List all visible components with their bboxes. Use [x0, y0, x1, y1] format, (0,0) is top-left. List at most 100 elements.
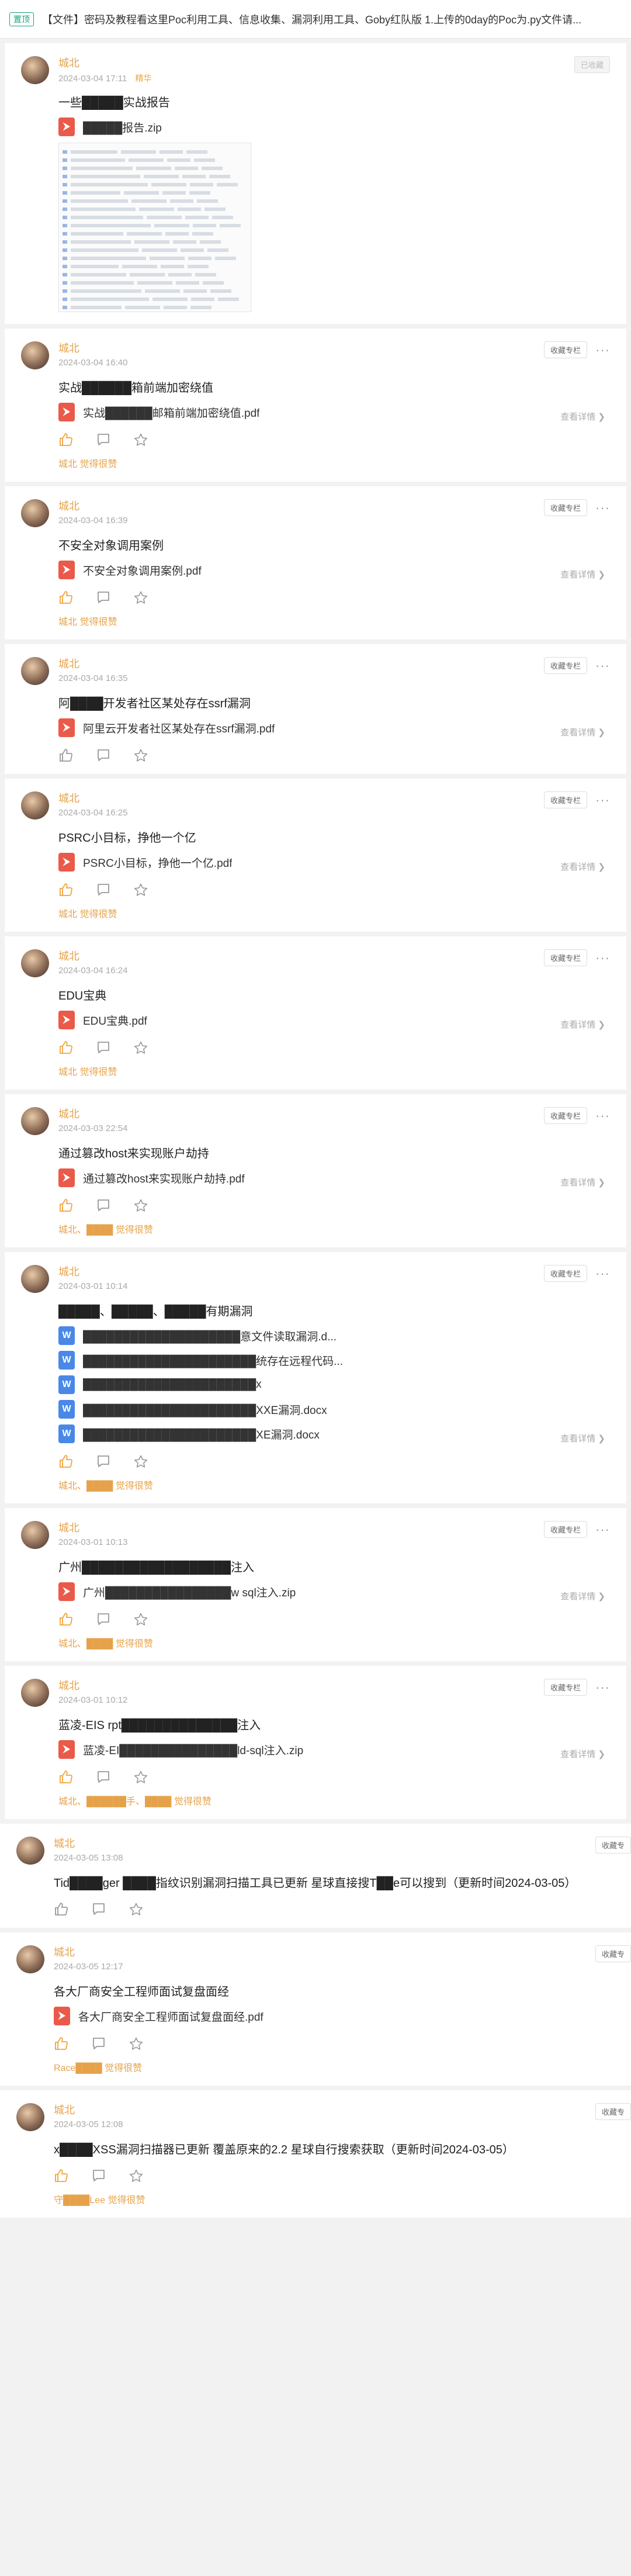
- post-title[interactable]: 实战██████箱前端加密绕值: [58, 380, 610, 396]
- avatar[interactable]: [21, 1521, 49, 1549]
- view-detail-link[interactable]: 查看详情 ❯: [560, 726, 605, 738]
- file-name[interactable]: 广州████████████████w sql注入.zip: [83, 1584, 296, 1600]
- comment-icon[interactable]: [91, 1902, 106, 1916]
- avatar[interactable]: [16, 1945, 44, 1973]
- file-name[interactable]: 蓝凌-EI███████████████ld-sql注入.zip: [83, 1742, 303, 1758]
- attachment-preview-image[interactable]: [58, 143, 251, 312]
- file-attachment[interactable]: ⮞ PSRC小目标，挣他一个亿.pdf: [58, 852, 610, 872]
- file-attachment[interactable]: ⮞ 蓝凌-EI███████████████ld-sql注入.zip: [58, 1740, 610, 1759]
- post-title[interactable]: 不安全对象调用案例: [58, 538, 610, 554]
- file-name[interactable]: ██████████████████████统存在远程代码...: [83, 1353, 343, 1368]
- collect-button[interactable]: 收藏专栏: [544, 1521, 588, 1538]
- file-attachment[interactable]: W ████████████████████意文件读取漏洞.d...: [58, 1326, 610, 1346]
- file-name[interactable]: 通过篡改host来实现账户劫持.pdf: [83, 1170, 245, 1186]
- collect-button[interactable]: 收藏专栏: [544, 949, 588, 966]
- post-title[interactable]: PSRC小目标，挣他一个亿: [58, 830, 610, 846]
- comment-icon[interactable]: [96, 1454, 111, 1468]
- author-name[interactable]: 城北: [54, 2103, 595, 2117]
- author-name[interactable]: 城北: [58, 1679, 544, 1693]
- more-options-icon[interactable]: ···: [595, 1681, 610, 1693]
- collect-button[interactable]: 收藏专栏: [544, 1107, 588, 1124]
- file-name[interactable]: EDU宝典.pdf: [83, 1012, 147, 1028]
- file-name[interactable]: PSRC小目标，挣他一个亿.pdf: [83, 855, 232, 870]
- file-attachment[interactable]: W ██████████████████████XE漏洞.docx: [58, 1424, 610, 1444]
- avatar[interactable]: [21, 657, 49, 685]
- view-detail-link[interactable]: 查看详情 ❯: [560, 1432, 605, 1444]
- comment-icon[interactable]: [96, 1198, 111, 1212]
- like-icon[interactable]: [54, 2169, 69, 2183]
- file-attachment[interactable]: ⮞ 阿里云开发者社区某处存在ssrf漏洞.pdf: [58, 718, 610, 738]
- file-attachment[interactable]: ⮞ 通过篡改host来实现账户劫持.pdf: [58, 1168, 610, 1188]
- view-detail-link[interactable]: 查看详情 ❯: [560, 568, 605, 580]
- author-name[interactable]: 城北: [58, 56, 574, 70]
- post-title[interactable]: 蓝凌-EIS rpt██████████████注入: [58, 1717, 610, 1734]
- star-icon[interactable]: [133, 590, 148, 604]
- file-name[interactable]: 不安全对象调用案例.pdf: [83, 562, 202, 578]
- file-name[interactable]: ████████████████████意文件读取漏洞.d...: [83, 1328, 337, 1344]
- collect-button[interactable]: 收藏专栏: [544, 499, 588, 516]
- author-name[interactable]: 城北: [58, 1521, 544, 1535]
- star-icon[interactable]: [133, 883, 148, 897]
- collect-button[interactable]: 收藏专栏: [544, 341, 588, 358]
- post-title[interactable]: 广州██████████████████注入: [58, 1560, 610, 1576]
- like-icon[interactable]: [58, 1612, 74, 1626]
- comment-icon[interactable]: [96, 1612, 111, 1626]
- avatar[interactable]: [21, 1679, 49, 1707]
- post-title[interactable]: x████XSS漏洞扫描器已更新 覆盖原来的2.2 星球自行搜索获取（更新时间2…: [54, 2142, 631, 2158]
- avatar[interactable]: [21, 341, 49, 369]
- avatar[interactable]: [16, 2103, 44, 2131]
- post-card[interactable]: 城北 2024-03-03 22:54 收藏专栏 ··· 通过篡改host来实现…: [5, 1094, 626, 1247]
- like-icon[interactable]: [58, 1040, 74, 1054]
- author-name[interactable]: 城北: [58, 1107, 544, 1121]
- star-icon[interactable]: [133, 1770, 148, 1784]
- post-card[interactable]: 城北 2024-03-01 10:13 收藏专栏 ··· 广州█████████…: [5, 1508, 626, 1661]
- file-name[interactable]: ██████████████████████XXE漏洞.docx: [83, 1402, 327, 1417]
- collect-button[interactable]: 已收藏: [574, 56, 610, 73]
- comment-icon[interactable]: [96, 1040, 111, 1054]
- post-card[interactable]: 城北 2024-03-05 12:08 收藏专 x████XSS漏洞扫描器已更新…: [0, 2090, 631, 2218]
- author-name[interactable]: 城北: [58, 791, 544, 805]
- avatar[interactable]: [21, 791, 49, 820]
- more-options-icon[interactable]: ···: [595, 1523, 610, 1536]
- more-options-icon[interactable]: ···: [595, 343, 610, 356]
- comment-icon[interactable]: [96, 433, 111, 447]
- post-title[interactable]: 一些█████实战报告: [58, 95, 610, 111]
- post-card[interactable]: 城北 2024-03-04 16:35 收藏专栏 ··· 阿████开发者社区某…: [5, 644, 626, 774]
- collect-button[interactable]: 收藏专: [595, 2103, 631, 2120]
- collect-button[interactable]: 收藏专: [595, 1945, 631, 1962]
- post-title[interactable]: EDU宝典: [58, 988, 610, 1004]
- file-name[interactable]: ██████████████████████XE漏洞.docx: [83, 1426, 320, 1442]
- file-name[interactable]: ██████████████████████x: [83, 1378, 262, 1391]
- file-attachment[interactable]: ⮞ 实战██████邮箱前端加密绕值.pdf: [58, 402, 610, 422]
- file-attachment[interactable]: ⮞ EDU宝典.pdf: [58, 1010, 610, 1030]
- post-card[interactable]: 城北 2024-03-04 17:11 精华 已收藏 一些█████实战报告 ⮞…: [5, 43, 626, 324]
- comment-icon[interactable]: [91, 2036, 106, 2051]
- file-attachment[interactable]: ⮞ 不安全对象调用案例.pdf: [58, 560, 610, 580]
- file-attachment[interactable]: ⮞ █████报告.zip: [58, 117, 610, 137]
- post-card[interactable]: 城北 2024-03-04 16:24 收藏专栏 ··· EDU宝典 ⮞ EDU…: [5, 936, 626, 1090]
- like-icon[interactable]: [58, 590, 74, 604]
- post-card[interactable]: 城北 2024-03-04 16:39 收藏专栏 ··· 不安全对象调用案例 ⮞…: [5, 486, 626, 639]
- comment-icon[interactable]: [96, 748, 111, 762]
- star-icon[interactable]: [133, 1198, 148, 1212]
- collect-button[interactable]: 收藏专栏: [544, 657, 588, 674]
- post-card[interactable]: 城北 2024-03-05 12:17 收藏专 各大厂商安全工程师面试复盘面经 …: [0, 1932, 631, 2086]
- like-icon[interactable]: [58, 748, 74, 762]
- view-detail-link[interactable]: 查看详情 ❯: [560, 1590, 605, 1602]
- file-attachment[interactable]: ⮞ 各大厂商安全工程师面试复盘面经.pdf: [54, 2006, 631, 2026]
- comment-icon[interactable]: [96, 590, 111, 604]
- post-title[interactable]: █████、█████、█████有期漏洞: [58, 1303, 610, 1320]
- post-title[interactable]: 各大厂商安全工程师面试复盘面经: [54, 1984, 631, 2000]
- like-icon[interactable]: [54, 1902, 69, 1916]
- like-icon[interactable]: [58, 1454, 74, 1468]
- star-icon[interactable]: [133, 1040, 148, 1054]
- avatar[interactable]: [21, 499, 49, 527]
- avatar[interactable]: [21, 949, 49, 977]
- post-title[interactable]: 阿████开发者社区某处存在ssrf漏洞: [58, 696, 610, 712]
- view-detail-link[interactable]: 查看详情 ❯: [560, 1176, 605, 1188]
- author-name[interactable]: 城北: [58, 1265, 544, 1279]
- file-name[interactable]: █████报告.zip: [83, 119, 162, 135]
- star-icon[interactable]: [133, 433, 148, 447]
- file-attachment[interactable]: W ██████████████████████x: [58, 1375, 610, 1395]
- author-name[interactable]: 城北: [54, 1945, 595, 1959]
